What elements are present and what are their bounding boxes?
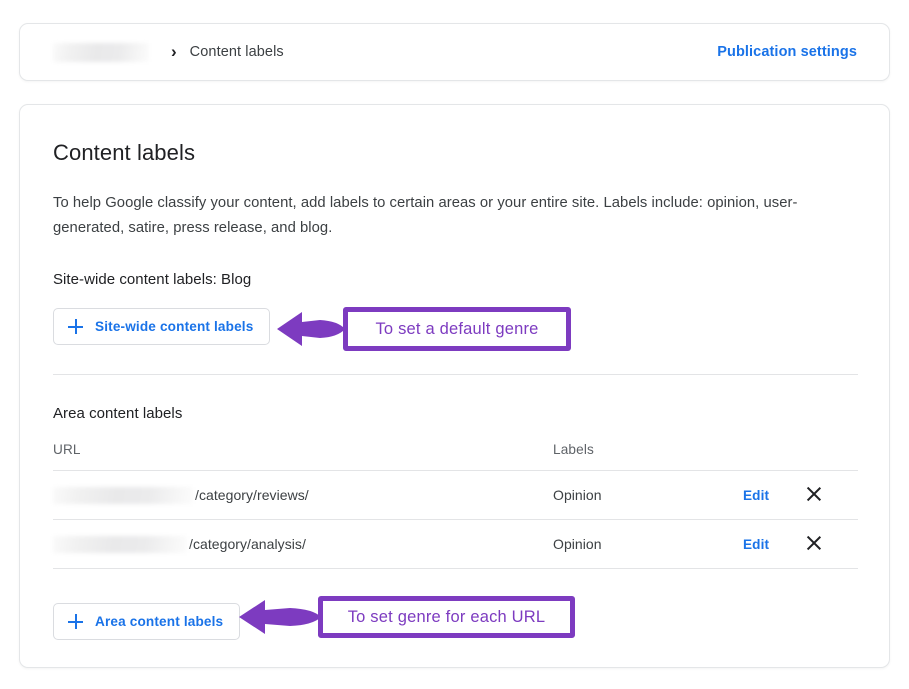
table-header: URL Labels — [53, 442, 858, 471]
column-header-url: URL — [53, 442, 553, 471]
cell-url: /category/reviews/ — [53, 470, 553, 520]
cell-edit: Edit — [743, 519, 805, 569]
plus-icon — [68, 319, 83, 334]
column-header-labels: Labels — [553, 442, 743, 471]
table-header-row: URL Labels — [53, 442, 858, 471]
url-value: /category/reviews/ — [53, 486, 553, 504]
chevron-right-icon: › — [171, 41, 177, 61]
content-labels-card: Content labels To help Google classify y… — [19, 104, 890, 668]
breadcrumb-card: › Content labels Publication settings — [19, 23, 890, 81]
close-icon[interactable] — [805, 534, 822, 551]
area-content-labels-button-label: Area content labels — [95, 614, 224, 629]
redacted-domain — [53, 486, 193, 504]
area-content-labels-button[interactable]: Area content labels — [53, 603, 241, 640]
sitewide-content-labels-button-label: Site-wide content labels — [95, 319, 254, 334]
annotation-box-2: To set genre for each URL — [318, 596, 575, 638]
sitewide-content-labels-button[interactable]: Site-wide content labels — [53, 308, 271, 345]
cell-delete — [805, 470, 858, 520]
cell-label: Opinion — [553, 519, 743, 569]
annotation-arrow-2 — [239, 600, 321, 634]
annotation-text-1: To set a default genre — [375, 319, 539, 338]
cell-label: Opinion — [553, 470, 743, 520]
cell-edit: Edit — [743, 470, 805, 520]
column-header-edit — [743, 442, 805, 471]
table-row: /category/reviews/ Opinion Edit — [53, 470, 858, 520]
url-path: /category/analysis/ — [189, 536, 306, 552]
intro-description: To help Google classify your content, ad… — [53, 195, 798, 236]
breadcrumb-current: Content labels — [189, 44, 284, 60]
cell-delete — [805, 519, 858, 569]
edit-link[interactable]: Edit — [743, 537, 769, 552]
area-content-labels-table: URL Labels /category/reviews/ Opinion Ed… — [53, 442, 858, 569]
annotation-box-1: To set a default genre — [343, 307, 571, 351]
redacted-domain — [53, 535, 187, 553]
column-header-delete — [805, 442, 858, 471]
plus-icon — [68, 614, 83, 629]
sitewide-labels-heading: Site-wide content labels: Blog — [53, 271, 252, 288]
section-divider — [53, 374, 858, 375]
page-title: Content labels — [53, 140, 196, 165]
page-root: › Content labels Publication settings Co… — [0, 0, 909, 689]
url-path: /category/reviews/ — [195, 487, 309, 503]
area-labels-heading: Area content labels — [53, 405, 183, 422]
close-icon[interactable] — [805, 485, 822, 502]
breadcrumb: › Content labels Publication settings — [20, 24, 889, 80]
table-body: /category/reviews/ Opinion Edit /categor… — [53, 470, 858, 569]
publication-settings-link[interactable]: Publication settings — [717, 44, 857, 60]
table-row: /category/analysis/ Opinion Edit — [53, 519, 858, 569]
annotation-text-2: To set genre for each URL — [347, 607, 546, 626]
cell-url: /category/analysis/ — [53, 519, 553, 569]
edit-link[interactable]: Edit — [743, 488, 769, 503]
url-value: /category/analysis/ — [53, 535, 553, 553]
redacted-site-name — [53, 42, 149, 62]
annotation-arrow-1 — [277, 312, 345, 346]
